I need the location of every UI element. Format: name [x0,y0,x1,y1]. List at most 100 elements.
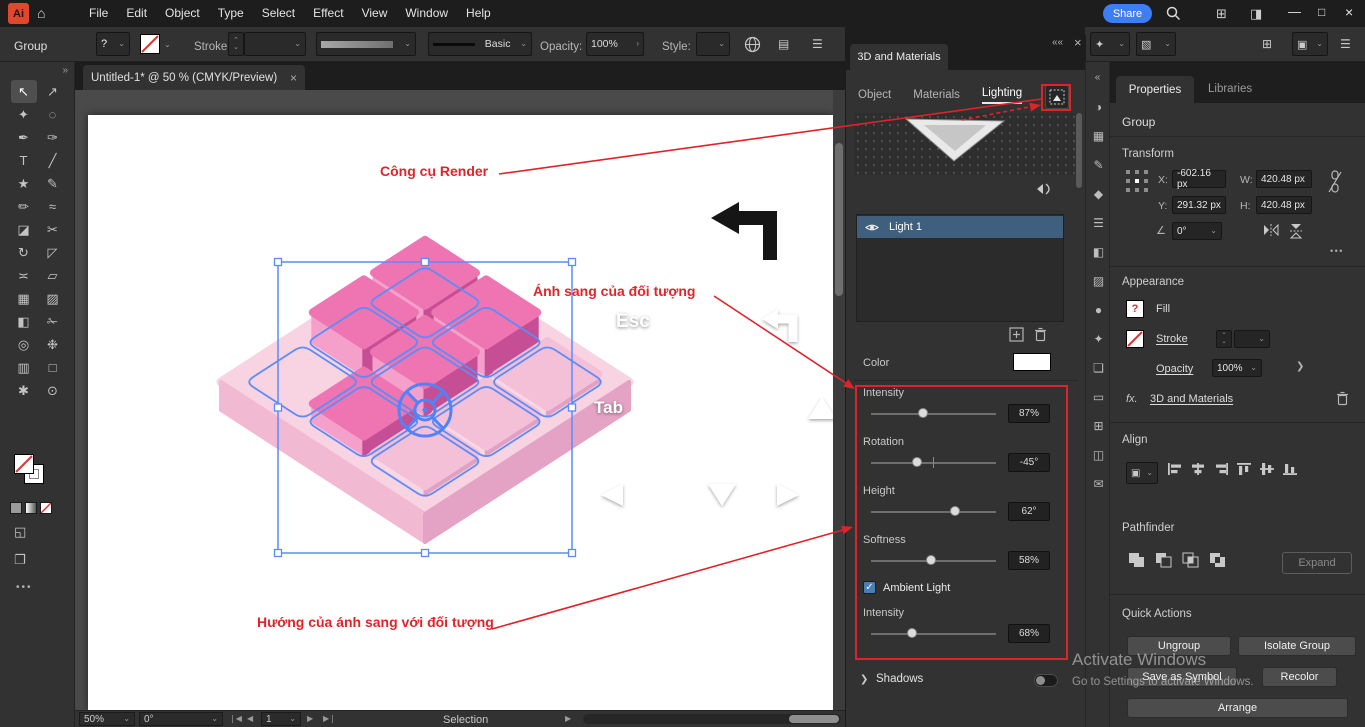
w-field[interactable]: 420.48 px [1256,170,1312,188]
constrain-proportions-icon[interactable] [1328,170,1342,194]
gradient-tool[interactable]: ◧ [11,310,37,333]
tab-lighting[interactable]: Lighting [982,87,1022,104]
pathfinder-minus-front-icon[interactable] [1155,552,1173,568]
rotation-dropdown[interactable]: 0°⌄ [139,712,223,726]
recolor-button[interactable]: Recolor [1262,667,1337,687]
delete-light-trash-icon[interactable] [1034,327,1047,342]
canvas-vscrollbar-thumb[interactable] [835,143,843,296]
curvature-tool[interactable]: ✑ [40,126,66,149]
x-field[interactable]: -602.16 px [1172,170,1226,188]
eraser-tool[interactable]: ◪ [11,218,37,241]
opacity-dropdown[interactable]: 100%› [586,32,644,56]
scale-tool[interactable]: ◸ [40,241,66,264]
blend-tool[interactable]: ◎ [11,333,37,356]
delete-effect-trash-icon[interactable] [1336,391,1349,406]
asset-export-icon[interactable]: ⊞ [1086,411,1111,440]
pencil-tool[interactable]: ✎ [40,172,66,195]
brush-definition-dropdown[interactable]: ⌄ [316,32,416,56]
layers-icon[interactable]: ❏ [1086,353,1111,382]
free-transform-tool[interactable]: ▱ [40,264,66,287]
light-color-swatch[interactable] [1013,353,1051,371]
visibility-eye-icon[interactable] [865,223,879,232]
document-setup-icon[interactable]: ▤ [778,37,789,51]
opacity-dropdown-props[interactable]: 100%⌄ [1212,359,1262,377]
isolate-group-button[interactable]: Isolate Group [1238,636,1356,656]
maximize-button[interactable]: □ [1318,5,1325,19]
panel-3d-tab[interactable]: 3D and Materials [850,44,948,70]
next-artboard-icon[interactable]: ▶ [307,714,313,723]
menu-help[interactable]: Help [457,0,500,27]
pathfinder-intersect-icon[interactable] [1182,552,1200,568]
mesh-tool[interactable]: ▨ [40,287,66,310]
scissors-tool[interactable]: ✂ [40,218,66,241]
magic-wand-tool[interactable]: ✦ [11,103,37,126]
expand-panels-icon[interactable]: « [1086,62,1109,92]
stroke-color-chevron-icon[interactable]: ⌄ [164,41,171,49]
perspective-grid-tool[interactable]: ▦ [11,287,37,310]
panel-menu-icon[interactable]: ☰ [1340,37,1351,51]
align-left-icon[interactable] [1167,462,1183,476]
shaper-tool[interactable]: ≈ [40,195,66,218]
save-as-symbol-button[interactable]: Save as Symbol [1127,667,1237,687]
eyedropper-tool[interactable]: ✁ [40,310,66,333]
light-list-item[interactable]: Light 1 [857,216,1063,238]
stroke-link-label[interactable]: Stroke [1156,333,1188,345]
stroke-weight-stepper-props[interactable]: ⌃⌄ [1216,330,1232,348]
opacity-more-icon[interactable]: ❯ [1296,361,1304,372]
stroke-color-none-swatch[interactable] [14,454,34,474]
comments-icon[interactable]: ✉ [1086,469,1111,498]
menu-type[interactable]: Type [209,0,253,27]
stroke-weight-dropdown[interactable]: ⌄ [244,32,306,56]
brushes-icon[interactable]: ✎ [1086,150,1111,179]
tab-libraries[interactable]: Libraries [1208,83,1252,95]
shadows-chevron-icon[interactable]: ❯ [860,674,868,685]
arrange-documents-icon[interactable]: ⊞ [1216,6,1227,22]
canvas-hscrollbar[interactable] [583,714,841,724]
stroke-color-swatch[interactable] [140,34,160,54]
menu-view[interactable]: View [353,0,397,27]
style-dropdown[interactable]: ⌄ [696,32,730,56]
align-top-icon[interactable] [1236,462,1252,476]
workspace-switcher-icon[interactable]: ◨ [1250,6,1262,22]
fill-label[interactable]: Fill [1156,303,1170,315]
edit-toolbar-icon[interactable]: ••• [16,582,33,593]
grid-view-icon[interactable]: ⊞ [1262,37,1272,51]
pathfinder-exclude-icon[interactable] [1209,552,1227,568]
gradient-button[interactable] [25,502,37,514]
menu-file[interactable]: File [80,0,117,27]
column-graph-tool[interactable]: ▥ [11,356,37,379]
artboard-tool[interactable]: □ [40,356,66,379]
preferences-icon[interactable]: ☰ [812,37,823,51]
align-center-vertical-icon[interactable] [1259,462,1275,476]
canvas[interactable]: Esc Tab Công cụ Render Ánh sang của đối … [75,90,845,710]
artboard-number-dropdown[interactable]: 1⌄ [261,712,301,726]
rotate-angle-dropdown[interactable]: 0°⌄ [1172,222,1222,240]
y-field[interactable]: 291.32 px [1172,196,1226,214]
type-tool[interactable]: T [11,149,37,172]
stroke-icon[interactable]: ☰ [1086,208,1111,237]
symbols-icon[interactable]: ◆ [1086,179,1111,208]
change-screen-mode-icon[interactable]: ❐ [14,552,26,568]
close-panel-icon[interactable]: × [1074,35,1082,50]
pen-tool[interactable]: ✒ [11,126,37,149]
previous-artboard-icon[interactable]: ◀ [247,714,253,723]
align-bottom-icon[interactable] [1282,462,1298,476]
menu-effect[interactable]: Effect [304,0,352,27]
menu-object[interactable]: Object [156,0,209,27]
arrange-button[interactable]: Arrange [1127,698,1348,718]
color-icon[interactable]: ◑ [1086,92,1111,121]
tab-properties[interactable]: Properties [1116,76,1194,103]
h-field[interactable]: 420.48 px [1256,196,1312,214]
align-right-icon[interactable] [1213,462,1229,476]
transform-more-options-icon[interactable]: ••• [1330,246,1344,256]
close-tab-icon[interactable]: × [290,71,297,85]
isolate-selected-dropdown[interactable]: ▧⌄ [1136,32,1176,56]
status-expand-icon[interactable]: ▶ [565,714,571,723]
rotate-tool[interactable]: ↻ [11,241,37,264]
selection-tool[interactable]: ↖ [11,80,37,103]
color-button[interactable] [10,502,22,514]
opacity-link-label[interactable]: Opacity [1156,363,1193,375]
width-tool[interactable]: ≍ [11,264,37,287]
flip-horizontal-icon[interactable] [1262,222,1280,238]
stroke-swatch[interactable] [1126,330,1144,348]
